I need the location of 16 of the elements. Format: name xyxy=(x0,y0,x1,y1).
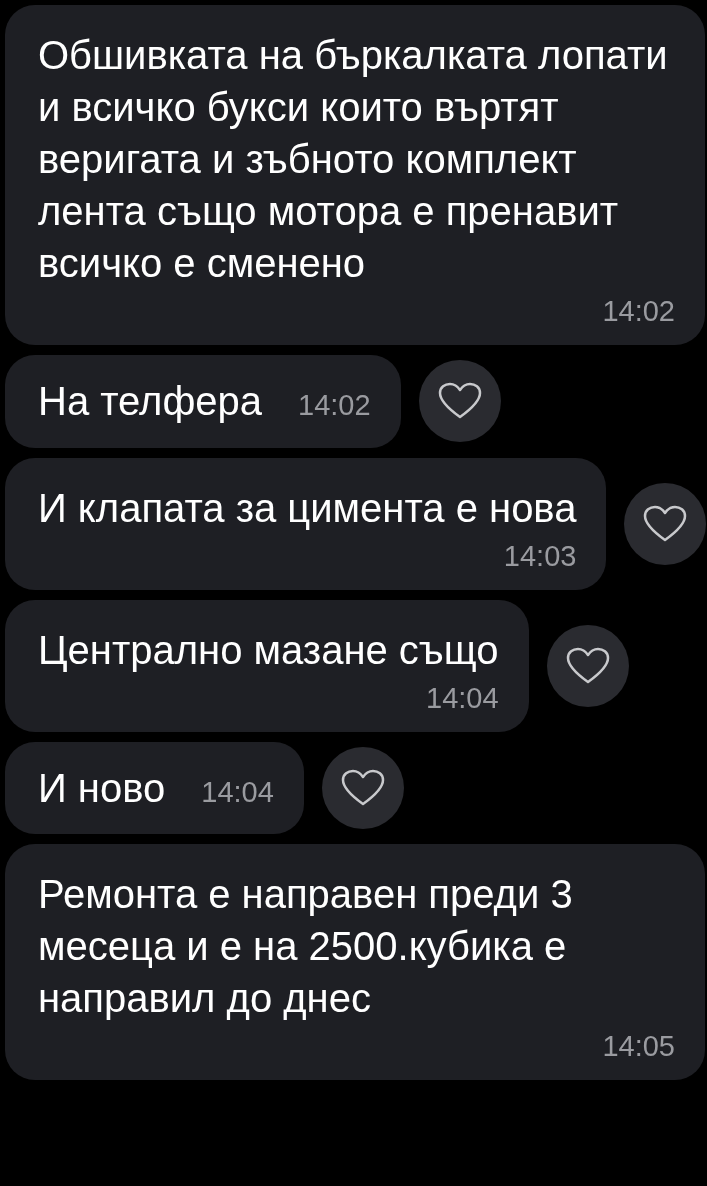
message-time: 14:04 xyxy=(426,680,499,716)
message-time: 14:05 xyxy=(602,1029,675,1064)
message-time: 14:02 xyxy=(602,294,675,329)
message-text: Обшивката на бъркалката лопати и всичко букси които въртят веригата и зъбното комплект лента също мотора е пренавит всичко е сменено xyxy=(38,32,669,287)
heart-icon xyxy=(643,504,688,543)
message-time: 14:04 xyxy=(201,774,274,810)
message-text: На телфера xyxy=(38,378,263,425)
message-text: И клапата за цимента е нова xyxy=(38,484,577,532)
message-text: И ново xyxy=(38,764,166,812)
heart-icon xyxy=(437,382,482,421)
message-time: 14:03 xyxy=(503,538,577,574)
message-text: Централно мазане също xyxy=(38,626,499,674)
heart-icon xyxy=(340,768,385,807)
heart-icon xyxy=(565,646,610,685)
message-time: 14:02 xyxy=(298,388,371,423)
message-text: Ремонта е направен преди 3 месеца и е на 2500.кубика е направил до днес xyxy=(38,871,574,1022)
